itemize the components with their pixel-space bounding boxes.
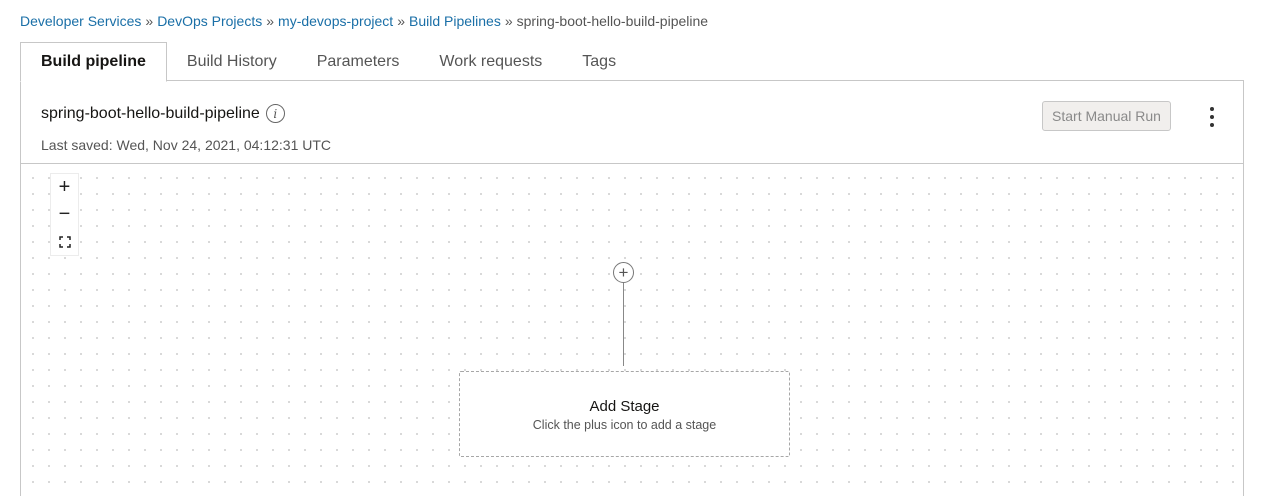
- add-stage-title: Add Stage: [589, 398, 660, 415]
- start-manual-run-button[interactable]: Start Manual Run: [1042, 101, 1171, 131]
- pipeline-name: spring-boot-hello-build-pipeline: [41, 104, 260, 122]
- tab-tags[interactable]: Tags: [562, 42, 636, 81]
- breadcrumb-separator: »: [504, 13, 513, 29]
- tab-parameters[interactable]: Parameters: [297, 42, 420, 81]
- breadcrumb-current: spring-boot-hello-build-pipeline: [516, 13, 709, 29]
- tab-work-requests[interactable]: Work requests: [419, 42, 562, 81]
- kebab-icon[interactable]: [1201, 105, 1223, 129]
- add-stage-placeholder: Add Stage Click the plus icon to add a s…: [459, 371, 790, 457]
- stage-connector-line: [623, 283, 624, 366]
- breadcrumb: Developer Services» DevOps Projects» my-de…: [20, 13, 708, 29]
- pipeline-title: spring-boot-hello-build-pipeline i: [41, 104, 285, 123]
- kebab-dot: [1210, 123, 1214, 127]
- pipeline-panel: spring-boot-hello-build-pipeline i Last …: [20, 80, 1244, 496]
- add-stage-plus-icon[interactable]: +: [613, 262, 634, 283]
- kebab-dot: [1210, 115, 1214, 119]
- tab-build-history[interactable]: Build History: [167, 42, 297, 81]
- pipeline-canvas[interactable]: + − + Add Stage Click the plus icon to a…: [21, 164, 1243, 496]
- add-stage-subtitle: Click the plus icon to add a stage: [532, 418, 717, 432]
- last-saved-text: Last saved: Wed, Nov 24, 2021, 04:12:31 …: [41, 137, 332, 153]
- zoom-out-button[interactable]: −: [51, 201, 78, 228]
- zoom-in-button[interactable]: +: [51, 174, 78, 201]
- breadcrumb-build-pipelines[interactable]: Build Pipelines: [409, 13, 501, 29]
- breadcrumb-separator: »: [266, 13, 275, 29]
- breadcrumb-developer-services[interactable]: Developer Services: [20, 13, 141, 29]
- tab-build-pipeline[interactable]: Build pipeline: [20, 42, 167, 82]
- fit-screen-icon: [58, 235, 71, 248]
- pipeline-header: spring-boot-hello-build-pipeline i Last …: [21, 81, 1243, 164]
- breadcrumb-devops-projects[interactable]: DevOps Projects: [157, 13, 262, 29]
- breadcrumb-separator: »: [397, 13, 405, 29]
- info-icon[interactable]: i: [265, 104, 285, 123]
- breadcrumb-separator: »: [145, 13, 154, 29]
- kebab-dot: [1210, 107, 1214, 111]
- tab-bar: Build pipeline Build History Parameters …: [20, 42, 636, 82]
- fit-to-screen-button[interactable]: [51, 228, 78, 255]
- breadcrumb-my-devops-project[interactable]: my-devops-project: [278, 13, 393, 29]
- zoom-controls: + −: [50, 173, 79, 256]
